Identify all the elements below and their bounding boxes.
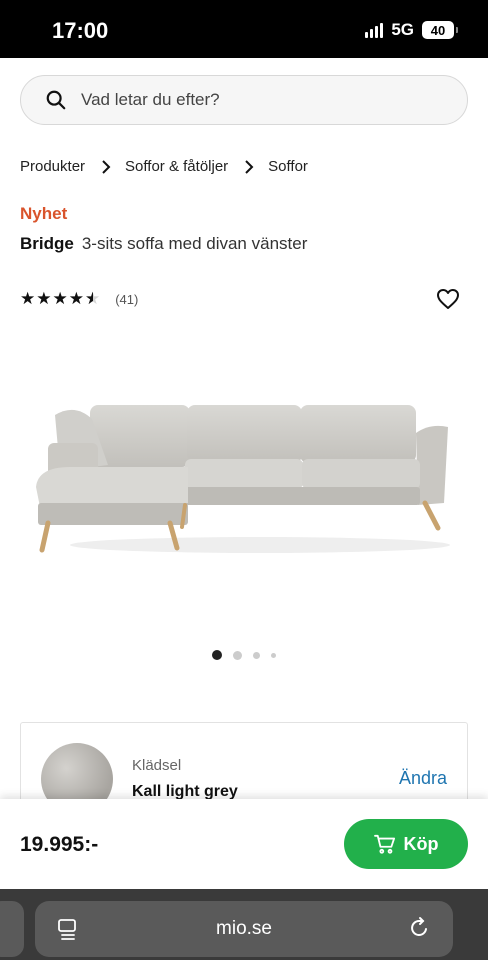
chevron-right-icon <box>245 159 254 174</box>
browser-toolbar: mio.se <box>0 889 488 960</box>
status-time: 17:00 <box>52 18 109 43</box>
carousel-dot-4[interactable] <box>271 652 276 658</box>
heart-icon[interactable] <box>436 288 460 310</box>
carousel-dot-1[interactable] <box>212 650 222 660</box>
search-placeholder: Vad letar du efter? <box>81 90 220 109</box>
carousel-dots <box>0 650 488 660</box>
product-title: Bridge 3-sits soffa med divan vänster <box>20 234 307 254</box>
previous-tab[interactable] <box>0 901 24 957</box>
rating[interactable]: ★★★★★ ★★★★★ (41) <box>20 289 138 309</box>
product-description: 3-sits soffa med divan vänster <box>81 234 308 253</box>
battery-icon: 40 <box>422 21 458 39</box>
chevron-right-icon <box>102 159 111 174</box>
network-type: 5G <box>391 20 414 39</box>
signal-icon <box>365 22 384 38</box>
address-bar[interactable]: mio.se <box>35 901 453 957</box>
search-icon <box>46 90 66 110</box>
option-label: Klädsel <box>132 757 182 774</box>
new-badge: Nyhet <box>20 204 68 223</box>
buy-bar: 19.995:- Köp <box>0 799 488 889</box>
url-text: mio.se <box>216 918 272 939</box>
carousel-dot-3[interactable] <box>253 651 260 659</box>
breadcrumb-item-soffor[interactable]: Soffor <box>268 158 308 175</box>
product-name: Bridge <box>20 234 74 253</box>
breadcrumb-item-produkter[interactable]: Produkter <box>20 158 85 175</box>
buy-button-label: Köp <box>403 833 439 854</box>
reload-icon[interactable] <box>407 916 431 940</box>
carousel-dot-2[interactable] <box>233 650 242 660</box>
change-button[interactable]: Ändra <box>399 768 447 789</box>
star-rating-icon: ★★★★★ ★★★★★ <box>20 289 102 308</box>
breadcrumb: Produkter Soffor & fåtöljer Soffor <box>20 158 308 175</box>
buy-button[interactable]: Köp <box>344 819 468 869</box>
search-input[interactable]: Vad letar du efter? <box>20 75 468 125</box>
breadcrumb-item-soffor-fatoljer[interactable]: Soffor & fåtöljer <box>125 158 228 175</box>
status-indicators: 5G 40 <box>365 20 458 40</box>
cart-icon <box>373 834 395 854</box>
product-image[interactable] <box>30 395 458 565</box>
price: 19.995:- <box>20 833 99 856</box>
review-count[interactable]: (41) <box>115 292 138 307</box>
status-bar: 17:00 5G 40 <box>0 0 488 58</box>
